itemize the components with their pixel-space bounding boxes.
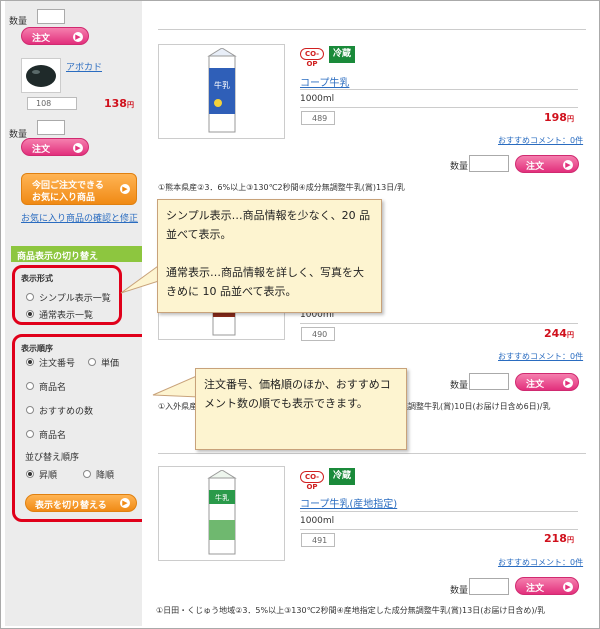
order-button[interactable]: 注文 ▶ bbox=[515, 155, 579, 173]
product-volume: 1000ml bbox=[300, 94, 335, 104]
qty-input[interactable] bbox=[37, 120, 65, 135]
avocado-image[interactable] bbox=[21, 58, 61, 93]
recommend-comment-link[interactable]: おすすめコメント：0件 bbox=[498, 135, 583, 146]
qty-label: 数量 bbox=[9, 130, 28, 140]
display-format-tooltip: シンプル表示…商品情報を少なく、20 品並べて表示。 通常表示…商品情報を詳しく… bbox=[157, 199, 382, 313]
reorder-button-line2: お気に入り商品 bbox=[32, 193, 96, 203]
order-button[interactable]: 注文 ▶ bbox=[21, 138, 89, 156]
avocado-price: 138円 bbox=[104, 97, 134, 110]
product-note: ①熊本県産②3．6%以上③130℃2秒間④成分無調整牛乳(賞)13日/乳 bbox=[158, 183, 405, 192]
reorder-favorites-button[interactable]: 今回ご注文できる お気に入り商品 ▶ bbox=[21, 173, 137, 205]
divider bbox=[300, 511, 578, 512]
product-code: 490 bbox=[301, 327, 335, 341]
product-code: 491 bbox=[301, 533, 335, 547]
qty-label: 数量 bbox=[9, 17, 28, 27]
product-image[interactable]: 牛乳 bbox=[158, 466, 285, 561]
tooltip-sort-text: 注文番号、価格順のほか、おすすめコメント数の順でも表示できます。 bbox=[204, 378, 391, 410]
divider bbox=[300, 323, 578, 324]
chevron-right-icon: ▶ bbox=[563, 378, 573, 388]
tooltip-normal-text: 通常表示…商品情報を詳しく、写真を大きめに 10 品並べて表示。 bbox=[166, 266, 364, 298]
order-button[interactable]: 注文 ▶ bbox=[515, 577, 579, 595]
refrigerated-badge: 冷蔵 bbox=[329, 468, 355, 485]
recommend-comment-link[interactable]: おすすめコメント：0件 bbox=[498, 557, 583, 568]
qty-input[interactable] bbox=[37, 9, 65, 24]
product-list: 牛乳 CO-OP 冷蔵 コープ牛乳 1000ml 489 198円 おすすめコメ… bbox=[142, 1, 597, 626]
divider bbox=[158, 453, 586, 454]
coop-logo-icon: CO-OP bbox=[300, 48, 324, 68]
order-button-label: 注文 bbox=[526, 162, 545, 172]
sort-order-highlight bbox=[12, 334, 156, 522]
divider bbox=[300, 89, 578, 90]
divider bbox=[158, 29, 586, 30]
tooltip-pointer bbox=[152, 374, 200, 398]
chevron-right-icon: ▶ bbox=[73, 143, 83, 153]
refrigerated-badge: 冷蔵 bbox=[329, 46, 355, 63]
favorites-link[interactable]: お気に入り商品の確認と修正 bbox=[21, 211, 138, 224]
display-format-highlight bbox=[12, 265, 122, 325]
order-button-label: 注文 bbox=[526, 584, 545, 594]
order-button[interactable]: 注文 ▶ bbox=[515, 373, 579, 391]
avocado-code: 108 bbox=[27, 97, 77, 110]
divider bbox=[300, 529, 578, 530]
product-note: ①日田・くじゅう地域②3．5%以上③130℃2秒間④産地指定した成分無調整牛乳(… bbox=[156, 606, 546, 615]
svg-text:牛乳: 牛乳 bbox=[214, 80, 230, 90]
recommend-comment-link[interactable]: おすすめコメント：0件 bbox=[498, 351, 583, 362]
screenshot-frame: 数量 注文 ▶ アボカド 108 138円 数量 注文 ▶ 今回ご注文できる お… bbox=[0, 0, 600, 629]
product-name-link[interactable]: コープ牛乳 bbox=[300, 74, 349, 89]
avocado-link[interactable]: アボカド bbox=[66, 60, 102, 73]
order-button-label: 注文 bbox=[32, 34, 51, 44]
order-button-label: 注文 bbox=[526, 380, 545, 390]
product-image[interactable]: 牛乳 bbox=[158, 44, 285, 139]
divider bbox=[300, 107, 578, 108]
product-price: 198円 bbox=[544, 111, 574, 124]
qty-label: 数量 bbox=[450, 586, 469, 596]
qty-input[interactable] bbox=[469, 155, 509, 172]
product-price: 218円 bbox=[544, 532, 574, 545]
product-price: 244円 bbox=[544, 327, 574, 340]
milk-carton-image: 牛乳 bbox=[207, 470, 237, 555]
qty-input[interactable] bbox=[469, 578, 509, 595]
order-button[interactable]: 注文 ▶ bbox=[21, 27, 89, 45]
order-button-label: 注文 bbox=[32, 145, 51, 155]
qty-input[interactable] bbox=[469, 373, 509, 390]
coop-logo-icon: CO-OP bbox=[300, 471, 324, 491]
chevron-right-icon: ▶ bbox=[73, 32, 83, 42]
chevron-right-icon: ▶ bbox=[563, 582, 573, 592]
product-code: 489 bbox=[301, 111, 335, 125]
product-volume: 1000ml bbox=[300, 516, 335, 526]
chevron-right-icon: ▶ bbox=[120, 184, 130, 194]
chevron-right-icon: ▶ bbox=[563, 160, 573, 170]
milk-carton-image: 牛乳 bbox=[207, 48, 237, 133]
sort-order-tooltip: 注文番号、価格順のほか、おすすめコメント数の順でも表示できます。 bbox=[195, 368, 407, 450]
tooltip-simple-text: シンプル表示…商品情報を少なく、20 品並べて表示。 bbox=[166, 209, 371, 241]
qty-label: 数量 bbox=[450, 381, 469, 391]
svg-text:牛乳: 牛乳 bbox=[215, 493, 229, 502]
qty-label: 数量 bbox=[450, 162, 469, 172]
product-name-link[interactable]: コープ牛乳(産地指定) bbox=[300, 495, 397, 510]
